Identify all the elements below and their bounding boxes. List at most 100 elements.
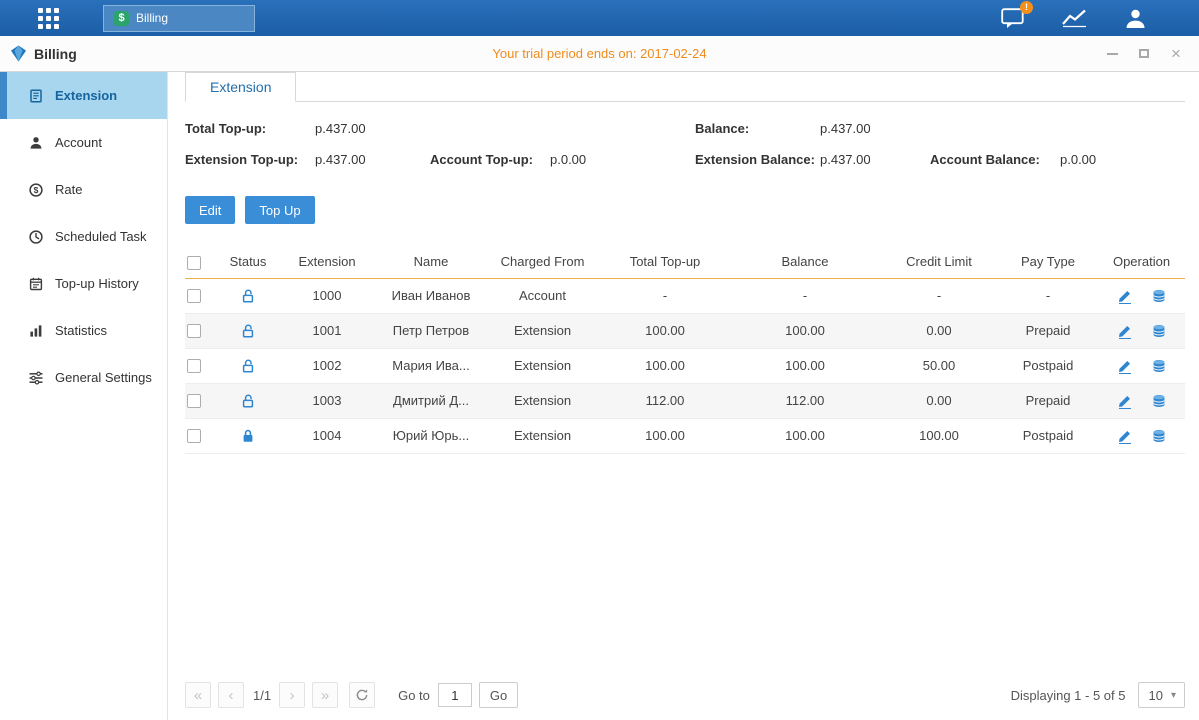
goto-label: Go to	[398, 688, 430, 703]
name-cell: Мария Ива...	[377, 348, 485, 383]
select-all-checkbox[interactable]	[187, 256, 201, 270]
table-header-row: StatusExtensionNameCharged FromTotal Top…	[185, 246, 1185, 278]
topup-icon[interactable]	[1151, 323, 1167, 339]
chevron-down-icon: ▾	[1171, 690, 1184, 701]
column-header-balance: Balance	[730, 246, 880, 278]
summary-value: p.0.00	[550, 151, 695, 169]
goto-page-input[interactable]	[438, 683, 472, 707]
rate-icon: $	[28, 182, 44, 198]
sidebar-item-label: General Settings	[55, 370, 152, 385]
row-checkbox[interactable]	[187, 324, 201, 338]
pay-type-cell: Prepaid	[998, 313, 1098, 348]
messages-icon[interactable]: !	[1001, 8, 1025, 29]
page-indicator: 1/1	[253, 688, 271, 703]
tab-extension[interactable]: Extension	[185, 72, 296, 102]
credit-limit-cell: 100.00	[880, 418, 998, 453]
row-checkbox[interactable]	[187, 394, 201, 408]
topup-history-icon	[28, 276, 44, 292]
maximize-button[interactable]	[1137, 47, 1151, 61]
column-header-status: Status	[219, 246, 277, 278]
extension-cell: 1001	[277, 313, 377, 348]
row-checkbox[interactable]	[187, 359, 201, 373]
table-row: 1000 Иван Иванов Account - - - -	[185, 278, 1185, 313]
pay-type-cell: Prepaid	[998, 383, 1098, 418]
column-header-credit-limit: Credit Limit	[880, 246, 998, 278]
sidebar-item-top-up-history[interactable]: Top-up History	[0, 260, 167, 307]
extension-cell: 1000	[277, 278, 377, 313]
topbar-tab-billing[interactable]: $ Billing	[103, 5, 255, 32]
column-header-charged-from: Charged From	[485, 246, 600, 278]
trial-notice: Your trial period ends on: 2017-02-24	[0, 46, 1199, 61]
refresh-button[interactable]	[349, 682, 375, 708]
charged-from-cell: Extension	[485, 348, 600, 383]
balance-cell: 100.00	[730, 313, 880, 348]
unlock-icon	[240, 393, 256, 409]
charged-from-cell: Extension	[485, 418, 600, 453]
edit-icon[interactable]	[1117, 393, 1133, 409]
edit-icon[interactable]	[1117, 428, 1133, 444]
svg-text:$: $	[34, 185, 39, 195]
total-topup-cell: 100.00	[600, 313, 730, 348]
user-icon[interactable]	[1124, 8, 1147, 29]
extension-icon	[28, 88, 44, 104]
go-button[interactable]: Go	[479, 682, 518, 708]
topup-icon[interactable]	[1151, 358, 1167, 374]
summary-label: Account Balance:	[930, 151, 1060, 169]
credit-limit-cell: 0.00	[880, 313, 998, 348]
unlock-icon	[240, 358, 256, 374]
charged-from-cell: Extension	[485, 383, 600, 418]
extension-cell: 1002	[277, 348, 377, 383]
reports-icon[interactable]	[1061, 8, 1088, 28]
topbar-tab-label: Billing	[136, 11, 168, 25]
edit-icon[interactable]	[1117, 288, 1133, 304]
sidebar-item-extension[interactable]: Extension	[0, 72, 167, 119]
page-size-select[interactable]: 10 ▾	[1138, 682, 1186, 708]
edit-icon[interactable]	[1117, 323, 1133, 339]
close-button[interactable]: ×	[1169, 47, 1183, 61]
summary-value: p.0.00	[1060, 151, 1185, 169]
extension-table: Status Extension NameCharged FromTotal Top…	[185, 246, 1185, 454]
summary-value: p.437.00	[820, 120, 930, 138]
topup-icon[interactable]	[1151, 393, 1167, 409]
summary-label: Account Top-up:	[430, 151, 550, 169]
row-checkbox[interactable]	[187, 289, 201, 303]
top-up-button[interactable]: Top Up	[245, 196, 314, 224]
first-page-button[interactable]: «	[185, 682, 211, 708]
last-page-button[interactable]: »	[312, 682, 338, 708]
sidebar-item-label: Top-up History	[55, 276, 139, 291]
sidebar-item-rate[interactable]: $Rate	[0, 166, 167, 213]
apps-grid-icon[interactable]	[38, 8, 59, 29]
next-page-button[interactable]: ›	[279, 682, 305, 708]
displaying-count: Displaying 1 - 5 of 5	[1011, 688, 1126, 703]
sidebar-item-general-settings[interactable]: General Settings	[0, 354, 167, 401]
sidebar-item-account[interactable]: Account	[0, 119, 167, 166]
notification-badge: !	[1020, 1, 1033, 14]
general-settings-icon	[28, 370, 44, 386]
column-header-name: Name	[377, 246, 485, 278]
total-topup-cell: 100.00	[600, 418, 730, 453]
minimize-button[interactable]	[1105, 47, 1119, 61]
sidebar-item-statistics[interactable]: Statistics	[0, 307, 167, 354]
summary-label: Extension Top-up:	[185, 151, 315, 169]
page-size-value: 10	[1139, 688, 1171, 703]
topup-icon[interactable]	[1151, 288, 1167, 304]
unlock-icon	[240, 323, 256, 339]
sidebar: Extension Account $Rate Scheduled Task Top-u…	[0, 72, 168, 720]
sidebar-item-label: Scheduled Task	[55, 229, 147, 244]
sidebar-item-label: Extension	[55, 88, 117, 103]
table-row: 1004 Юрий Юрь... Extension 100.00 100.00…	[185, 418, 1185, 453]
extension-cell: 1004	[277, 418, 377, 453]
edit-icon[interactable]	[1117, 358, 1133, 374]
sidebar-item-label: Account	[55, 135, 102, 150]
total-topup-cell: 100.00	[600, 348, 730, 383]
balance-cell: -	[730, 278, 880, 313]
lock-icon	[240, 428, 256, 444]
row-checkbox[interactable]	[187, 429, 201, 443]
summary-value: p.437.00	[315, 151, 430, 169]
sidebar-item-scheduled-task[interactable]: Scheduled Task	[0, 213, 167, 260]
column-header-total-top-up: Total Top-up	[600, 246, 730, 278]
prev-page-button[interactable]: ‹	[218, 682, 244, 708]
topup-icon[interactable]	[1151, 428, 1167, 444]
edit-button[interactable]: Edit	[185, 196, 235, 224]
balance-cell: 100.00	[730, 348, 880, 383]
